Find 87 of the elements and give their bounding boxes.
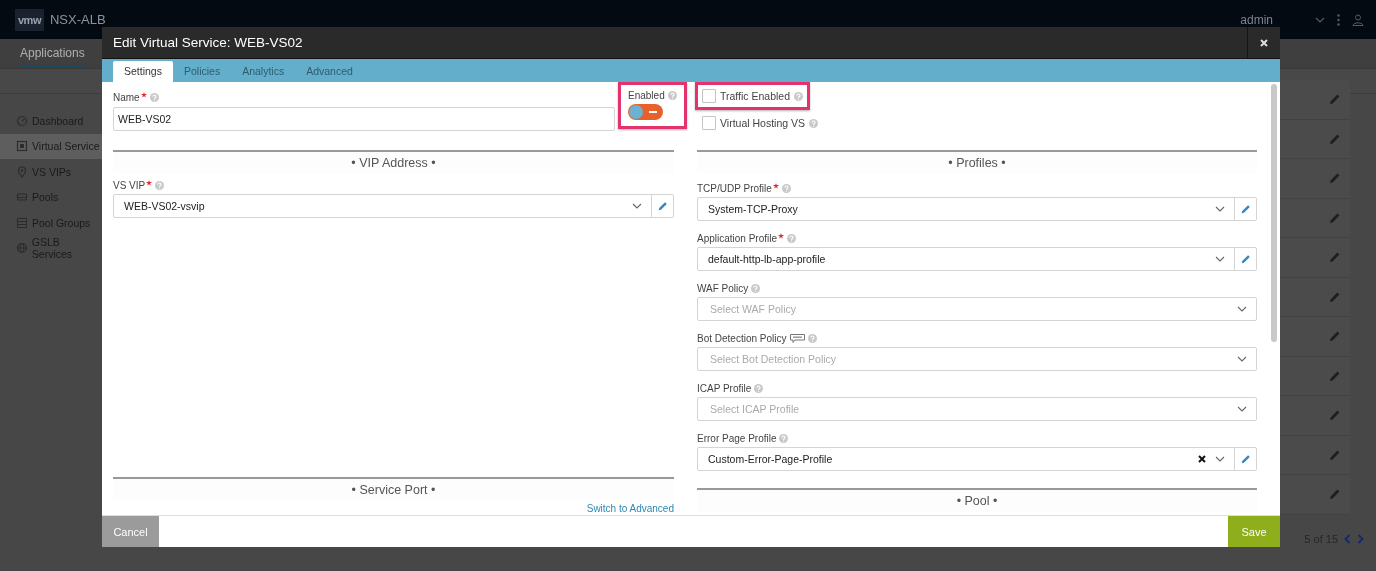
field-label: VS VIP — [113, 179, 146, 191]
gauge-icon — [16, 114, 28, 127]
globe-icon — [16, 242, 28, 255]
edit-icon[interactable] — [1328, 487, 1342, 502]
select-value: default-http-lb-app-profile — [707, 253, 827, 265]
select-field[interactable]: Custom-Error-Page-Profile — [697, 447, 1257, 471]
select-placeholder: Select ICAP Profile — [709, 403, 801, 415]
chevron-down-icon — [1237, 356, 1247, 362]
chevron-down-icon[interactable] — [1315, 16, 1325, 23]
stack-icon — [16, 216, 28, 229]
close-icon — [1260, 38, 1268, 47]
select-field[interactable]: WEB-VS02-vsvip — [113, 194, 674, 218]
field-label: TCP/UDP Profile — [697, 182, 772, 194]
checkbox-label: Virtual Hosting VS — [720, 117, 805, 129]
field-label: Bot Detection Policy — [697, 332, 787, 344]
tab[interactable]: Settings — [113, 61, 173, 82]
checkbox[interactable] — [702, 116, 716, 130]
user-icon[interactable] — [1352, 13, 1364, 26]
select-placeholder: Select Bot Detection Policy — [709, 353, 838, 365]
select-field[interactable]: Select WAF Policy — [697, 297, 1257, 321]
select-field[interactable]: System-TCP-Proxy — [697, 197, 1257, 221]
help-icon[interactable] — [779, 433, 789, 443]
field-label: Name — [113, 91, 140, 103]
section-title: • VIP Address • — [351, 156, 436, 170]
chevron-down-icon — [632, 203, 642, 209]
help-icon[interactable] — [667, 91, 677, 100]
sidebar-item[interactable]: Virtual Service — [0, 133, 102, 159]
help-icon[interactable] — [787, 233, 797, 243]
chevron-right-icon[interactable] — [1357, 533, 1364, 544]
section-title: • Profiles • — [948, 156, 1006, 170]
chevron-left-icon[interactable] — [1344, 533, 1351, 544]
name-input-field[interactable]: WEB-VS02 — [113, 107, 615, 131]
toggle-label: Enabled — [628, 90, 665, 101]
edit-icon[interactable] — [1328, 250, 1342, 265]
switch-link[interactable]: Switch to Advanced — [586, 503, 674, 514]
chevron-down-icon — [1237, 406, 1247, 412]
help-icon[interactable] — [794, 91, 804, 101]
chevron-down-icon — [1215, 456, 1225, 462]
scrollbar[interactable] — [1271, 84, 1277, 342]
chevron-down-icon — [1237, 306, 1247, 312]
help-icon[interactable] — [149, 92, 159, 102]
kebab-menu-icon[interactable] — [1337, 13, 1340, 26]
field-label: Application Profile — [697, 232, 778, 244]
edit-icon[interactable] — [1328, 408, 1342, 423]
edit-icon[interactable] — [1328, 171, 1342, 186]
dialog-title: Edit Virtual Service: WEB-VS02 — [113, 35, 304, 50]
product-name: NSX-ALB — [49, 12, 106, 27]
tab[interactable]: Policies — [172, 61, 232, 82]
grid-icon — [16, 140, 28, 153]
toggle-switch[interactable] — [628, 104, 663, 120]
pencil-icon — [1239, 253, 1252, 265]
chevron-down-icon — [1215, 256, 1225, 262]
field-label: WAF Policy — [697, 282, 749, 294]
help-icon[interactable] — [751, 283, 761, 293]
tab[interactable]: Advanced — [295, 61, 364, 82]
edit-icon[interactable] — [1328, 329, 1342, 344]
cancel-button[interactable]: Cancel — [102, 516, 159, 547]
select-field[interactable]: Select ICAP Profile — [697, 397, 1257, 421]
vmw-logo: vmw — [15, 8, 44, 31]
tab[interactable]: Analytics — [231, 61, 296, 82]
checkbox[interactable] — [702, 89, 716, 103]
section-title: • Pool • — [956, 494, 998, 508]
select-field[interactable]: Select Bot Detection Policy — [697, 347, 1257, 371]
help-icon[interactable] — [809, 118, 818, 128]
help-icon[interactable] — [754, 383, 764, 393]
pin-icon — [16, 165, 28, 178]
section-title: • Service Port • — [351, 483, 436, 497]
pencil-icon — [1239, 203, 1252, 215]
help-icon[interactable] — [155, 180, 165, 190]
pencil-icon — [656, 200, 669, 212]
field-label: ICAP Profile — [697, 382, 752, 394]
pencil-icon — [1239, 453, 1252, 465]
field-label: Error Page Profile — [697, 432, 777, 444]
chevron-down-icon — [1215, 206, 1225, 212]
clear-icon[interactable] — [1198, 455, 1206, 463]
help-icon[interactable] — [781, 183, 791, 193]
select-value: System-TCP-Proxy — [707, 203, 799, 215]
help-icon[interactable] — [807, 333, 817, 343]
select-placeholder: Select WAF Policy — [709, 303, 797, 315]
user-name[interactable]: admin — [1240, 12, 1273, 27]
select-value: WEB-VS02-vsvip — [123, 200, 206, 212]
select-value: Custom-Error-Page-Profile — [707, 453, 834, 465]
select-field[interactable]: default-http-lb-app-profile — [697, 247, 1257, 271]
checkbox-label: Traffic Enabled — [720, 90, 791, 102]
save-button[interactable]: Save — [1228, 516, 1280, 547]
drive-icon — [16, 191, 28, 204]
edit-icon[interactable] — [1328, 92, 1342, 107]
